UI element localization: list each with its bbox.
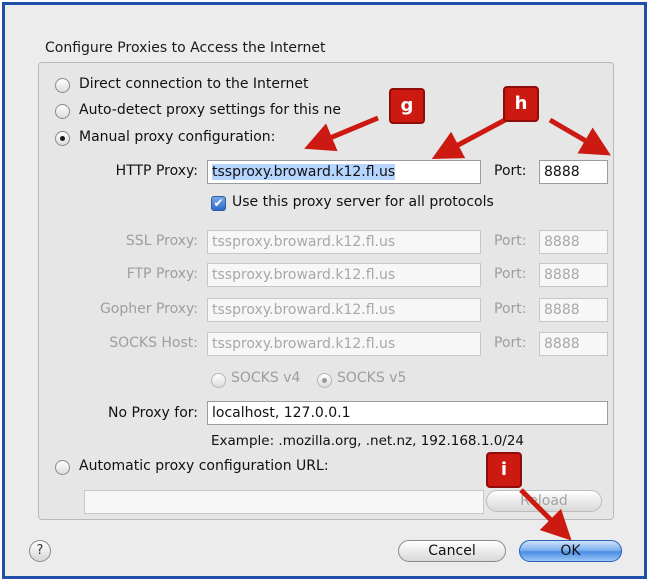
arrow-i bbox=[519, 488, 572, 541]
arrow-g bbox=[304, 115, 379, 152]
arrow-h-left bbox=[431, 117, 507, 160]
annotation-g: g bbox=[389, 88, 425, 124]
annotation-arrows bbox=[304, 115, 611, 541]
arrow-h-right bbox=[548, 117, 611, 156]
annotation-i: i bbox=[486, 452, 522, 488]
annotation-h: h bbox=[503, 86, 539, 122]
